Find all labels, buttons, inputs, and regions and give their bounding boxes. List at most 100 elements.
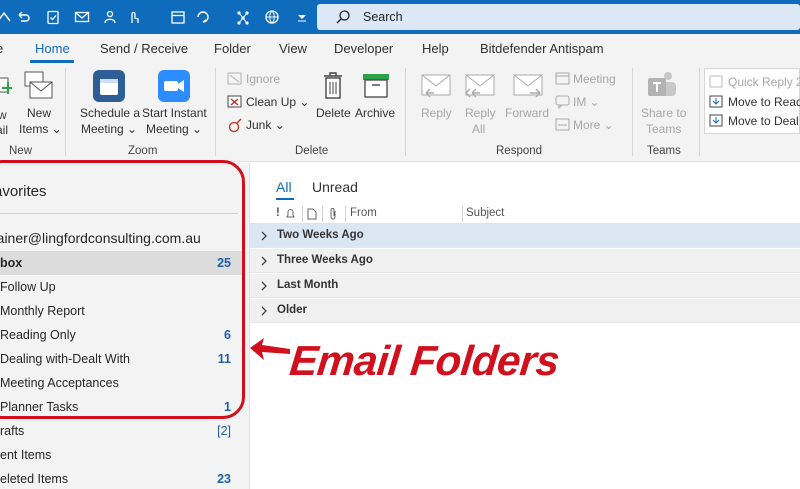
- ignore-icon: [227, 72, 242, 85]
- forward-icon: [513, 74, 543, 98]
- im-label: IM ⌄: [573, 95, 600, 109]
- icon-column-icon[interactable]: [307, 208, 317, 220]
- group-label: Three Weeks Ago: [277, 254, 373, 266]
- people-icon[interactable]: [102, 9, 118, 25]
- search-box[interactable]: Search: [317, 4, 800, 30]
- chevron-right-icon: [261, 306, 267, 316]
- start-instant-label: Start Instant: [142, 106, 207, 120]
- mail-icon[interactable]: [74, 9, 90, 25]
- share-to-teams-label-2: Teams: [646, 122, 682, 136]
- group-label-teams: Teams: [647, 145, 681, 157]
- search-icon: [336, 10, 350, 24]
- tab-unread[interactable]: Unread: [312, 179, 358, 195]
- meeting-label: Meeting: [573, 72, 616, 86]
- tab-folder[interactable]: Folder: [214, 41, 251, 56]
- folder-sent-items[interactable]: ent Items: [0, 443, 243, 467]
- message-group-row[interactable]: Two Weeks Ago: [250, 224, 800, 248]
- tab-view[interactable]: View: [279, 41, 307, 56]
- tab-developer[interactable]: Developer: [334, 41, 393, 56]
- column-separator: [345, 206, 346, 222]
- move-to-deal-label: Move to Deal: [728, 114, 799, 128]
- message-group-row[interactable]: Last Month: [250, 274, 800, 298]
- archive-icon: [363, 74, 389, 98]
- quick-reply-label: Quick Reply 2: [728, 75, 800, 89]
- message-group-row[interactable]: Three Weeks Ago: [250, 249, 800, 273]
- ribbon-separator: [215, 68, 216, 156]
- tab-help[interactable]: Help: [422, 41, 449, 56]
- group-label-delete: Delete: [295, 145, 329, 157]
- tab-bitdefender[interactable]: Bitdefender Antispam: [480, 41, 604, 56]
- attachment-column-icon[interactable]: [328, 207, 338, 220]
- folder-deleted-items[interactable]: eleted Items 23: [0, 467, 243, 489]
- tab-send-receive[interactable]: Send / Receive: [100, 41, 188, 56]
- message-list-header: ! From Subject: [250, 204, 800, 224]
- ribbon-separator: [65, 68, 66, 156]
- new-items-label-2: Items ⌄: [19, 122, 62, 136]
- message-group-row[interactable]: Older: [250, 299, 800, 323]
- tab-file[interactable]: e: [0, 41, 3, 56]
- more-icon: [555, 118, 570, 131]
- all-tab-indicator: [276, 198, 294, 200]
- schedule-meeting-label: Schedule a: [80, 106, 141, 120]
- globe-icon[interactable]: [264, 9, 280, 25]
- group-label: Older: [277, 304, 308, 316]
- quick-reply-icon: [709, 75, 723, 88]
- folder-drafts[interactable]: rafts [2]: [0, 419, 243, 443]
- chevron-right-icon: [261, 231, 267, 241]
- clean-up-label: Clean Up ⌄: [246, 95, 310, 109]
- new-email-icon: [0, 77, 12, 94]
- active-tab-indicator: [30, 60, 74, 63]
- tab-home[interactable]: Home: [35, 41, 70, 56]
- schedule-meeting-label-2: Meeting ⌄: [81, 122, 138, 136]
- task-icon[interactable]: [45, 9, 61, 25]
- network-icon[interactable]: [235, 9, 251, 25]
- forward-label: Forward: [505, 106, 550, 120]
- draft-count: [2]: [217, 424, 231, 438]
- junk-icon: [228, 118, 242, 133]
- folder-label: eleted Items: [0, 472, 69, 486]
- column-separator: [462, 206, 463, 222]
- reply-all-icon: [465, 74, 495, 98]
- start-instant-label-2: Meeting ⌄: [146, 122, 203, 136]
- teams-icon: [648, 72, 676, 96]
- group-label: Two Weeks Ago: [277, 229, 364, 241]
- calendar-icon: [93, 70, 125, 102]
- reply-label: Reply: [421, 106, 452, 120]
- clean-up-icon: [227, 95, 242, 108]
- email-folders-callout: Email Folders: [287, 337, 562, 384]
- undo-icon[interactable]: [15, 9, 31, 25]
- ribbon: w ail New Items ⌄ New Schedule a Meeting…: [0, 64, 800, 162]
- group-label-respond: Respond: [496, 145, 543, 157]
- chevron-right-icon: [261, 281, 267, 291]
- move-to-folder-icon: [709, 114, 723, 127]
- importance-column-icon[interactable]: !: [276, 207, 280, 219]
- column-separator: [302, 206, 303, 222]
- ribbon-separator: [405, 68, 406, 156]
- ribbon-separator: [699, 68, 700, 156]
- group-label-new: New: [9, 145, 33, 157]
- move-to-folder-icon: [709, 95, 723, 108]
- tab-all[interactable]: All: [276, 179, 292, 195]
- subject-column-header[interactable]: Subject: [466, 207, 504, 219]
- reply-all-label: Reply: [465, 106, 496, 120]
- delete-label: Delete: [316, 106, 351, 120]
- group-label-zoom: Zoom: [128, 145, 158, 157]
- title-bar: Search: [0, 0, 800, 34]
- from-column-header[interactable]: From: [350, 207, 377, 219]
- reminder-column-icon[interactable]: [285, 208, 296, 220]
- quick-steps-gallery: Quick Reply 2 Move to Read Move to Deal: [704, 68, 800, 134]
- group-label: Last Month: [277, 279, 339, 291]
- folder-label: ent Items: [0, 448, 52, 462]
- reply-icon: [421, 74, 451, 98]
- archive-label: Archive: [355, 106, 396, 120]
- reply-flow-icon[interactable]: [195, 9, 211, 25]
- search-placeholder: Search: [363, 10, 403, 24]
- folder-label: rafts: [0, 424, 25, 438]
- unread-count: 23: [217, 472, 231, 486]
- junk-label: Junk ⌄: [246, 118, 285, 132]
- customize-toolbar-icon[interactable]: [294, 9, 310, 25]
- outlook-sync-icon[interactable]: [0, 9, 12, 25]
- touch-mode-icon[interactable]: [126, 9, 142, 25]
- calendar-icon[interactable]: [170, 9, 186, 25]
- folders-highlight-outline: [0, 160, 245, 419]
